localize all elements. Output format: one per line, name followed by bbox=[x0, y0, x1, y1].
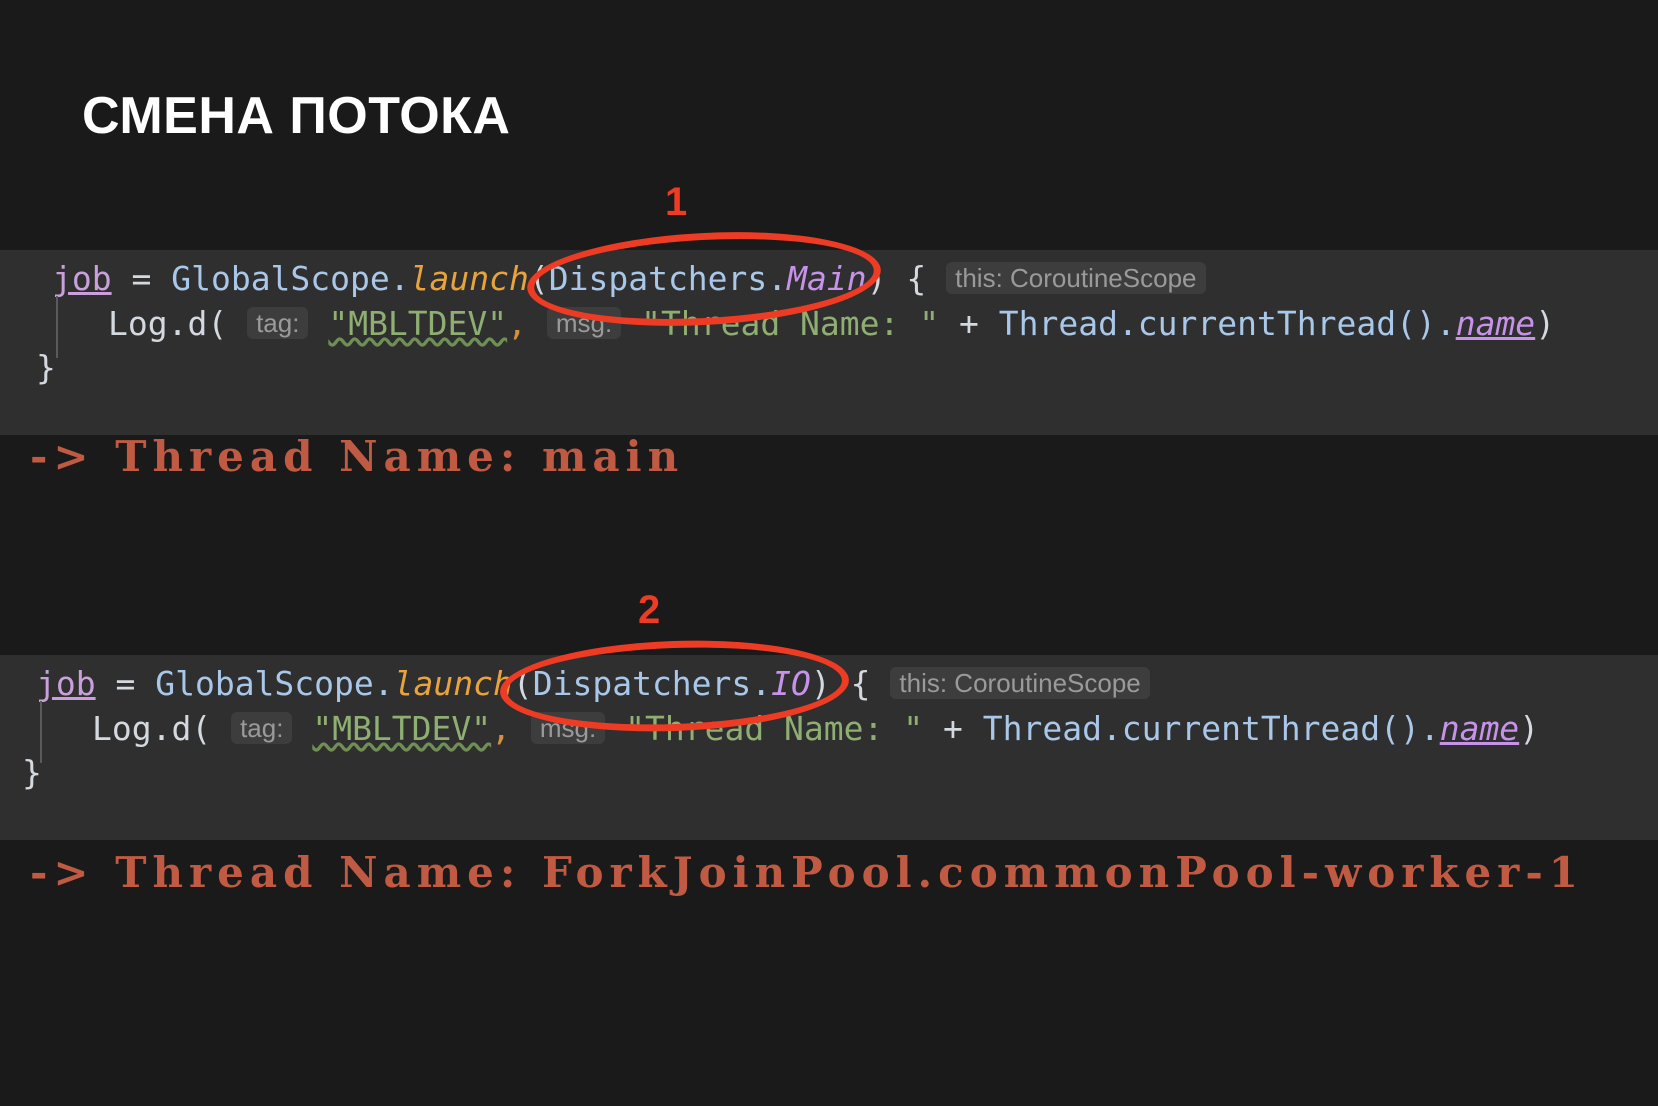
code-line: job = GlobalScope.launch(Dispatchers.Mai… bbox=[0, 250, 1658, 301]
token-dispatchers: Dispatchers. bbox=[548, 259, 788, 298]
output-line-io: -> Thread Name: ForkJoinPool.commonPool-… bbox=[30, 848, 1584, 897]
inlay-hint-this: this: CoroutineScope bbox=[890, 667, 1150, 699]
token-brace-open: { bbox=[886, 259, 947, 298]
token-tag-string: "MBLTDEV" bbox=[312, 709, 492, 748]
token-name-prop: name bbox=[1439, 709, 1520, 748]
token-log-d: Log.d( bbox=[92, 709, 232, 748]
annotation-number-1: 1 bbox=[665, 180, 688, 224]
token-launch: launch bbox=[409, 259, 529, 298]
token-comma: , bbox=[491, 709, 512, 748]
token-current-thread: Thread.currentThread(). bbox=[998, 304, 1456, 343]
token-plus: + bbox=[923, 709, 983, 748]
inlay-hint-msg: msg: bbox=[530, 712, 606, 744]
output-line-main: -> Thread Name: main bbox=[30, 432, 685, 481]
code-line: } bbox=[0, 751, 1658, 795]
token-log-d: Log.d( bbox=[108, 304, 248, 343]
code-block-io: job = GlobalScope.launch(Dispatchers.IO)… bbox=[0, 655, 1658, 840]
token-globalscope: GlobalScope. bbox=[155, 664, 394, 703]
token-paren-close: ) bbox=[866, 259, 887, 298]
token-msg-string: "Thread Name: " bbox=[641, 304, 940, 343]
code-line: Log.d( tag: "MBLTDEV", msg: "Thread Name… bbox=[0, 301, 1658, 346]
token-comma: , bbox=[507, 304, 528, 343]
token-paren-close: ) bbox=[810, 664, 831, 703]
token-msg-string: "Thread Name: " bbox=[625, 709, 924, 748]
token-dispatcher-io: IO bbox=[771, 664, 811, 703]
inlay-hint-this: this: CoroutineScope bbox=[946, 262, 1206, 294]
code-block-main: job = GlobalScope.launch(Dispatchers.Mai… bbox=[0, 250, 1658, 435]
token-paren-close: ) bbox=[1535, 304, 1556, 343]
inlay-hint-tag: tag: bbox=[231, 712, 293, 744]
token-dispatchers: Dispatchers. bbox=[532, 664, 772, 703]
token-paren-close: ) bbox=[1519, 709, 1540, 748]
token-brace-open: { bbox=[830, 664, 891, 703]
page-title: СМЕНА ПОТОКА bbox=[82, 87, 511, 145]
code-line: } bbox=[0, 346, 1658, 390]
token-dispatcher-main: Main bbox=[787, 259, 867, 298]
token-launch: launch bbox=[393, 664, 513, 703]
code-line: Log.d( tag: "MBLTDEV", msg: "Thread Name… bbox=[0, 706, 1658, 751]
annotation-number-2: 2 bbox=[638, 588, 661, 632]
token-variable-job: job bbox=[52, 259, 112, 298]
indent-guide bbox=[56, 296, 58, 358]
inlay-hint-msg: msg: bbox=[546, 307, 622, 339]
token-brace-close: } bbox=[22, 753, 42, 792]
token-paren-open: ( bbox=[528, 259, 549, 298]
code-line: job = GlobalScope.launch(Dispatchers.IO)… bbox=[0, 655, 1658, 706]
token-paren-open: ( bbox=[512, 664, 533, 703]
inlay-hint-tag: tag: bbox=[247, 307, 309, 339]
token-equals: = bbox=[95, 664, 156, 703]
token-globalscope: GlobalScope. bbox=[171, 259, 410, 298]
token-current-thread: Thread.currentThread(). bbox=[982, 709, 1440, 748]
token-tag-string: "MBLTDEV" bbox=[328, 304, 508, 343]
indent-guide bbox=[40, 701, 42, 763]
token-brace-close: } bbox=[36, 348, 56, 387]
token-name-prop: name bbox=[1455, 304, 1536, 343]
token-equals: = bbox=[111, 259, 172, 298]
token-plus: + bbox=[939, 304, 999, 343]
token-variable-job: job bbox=[36, 664, 96, 703]
